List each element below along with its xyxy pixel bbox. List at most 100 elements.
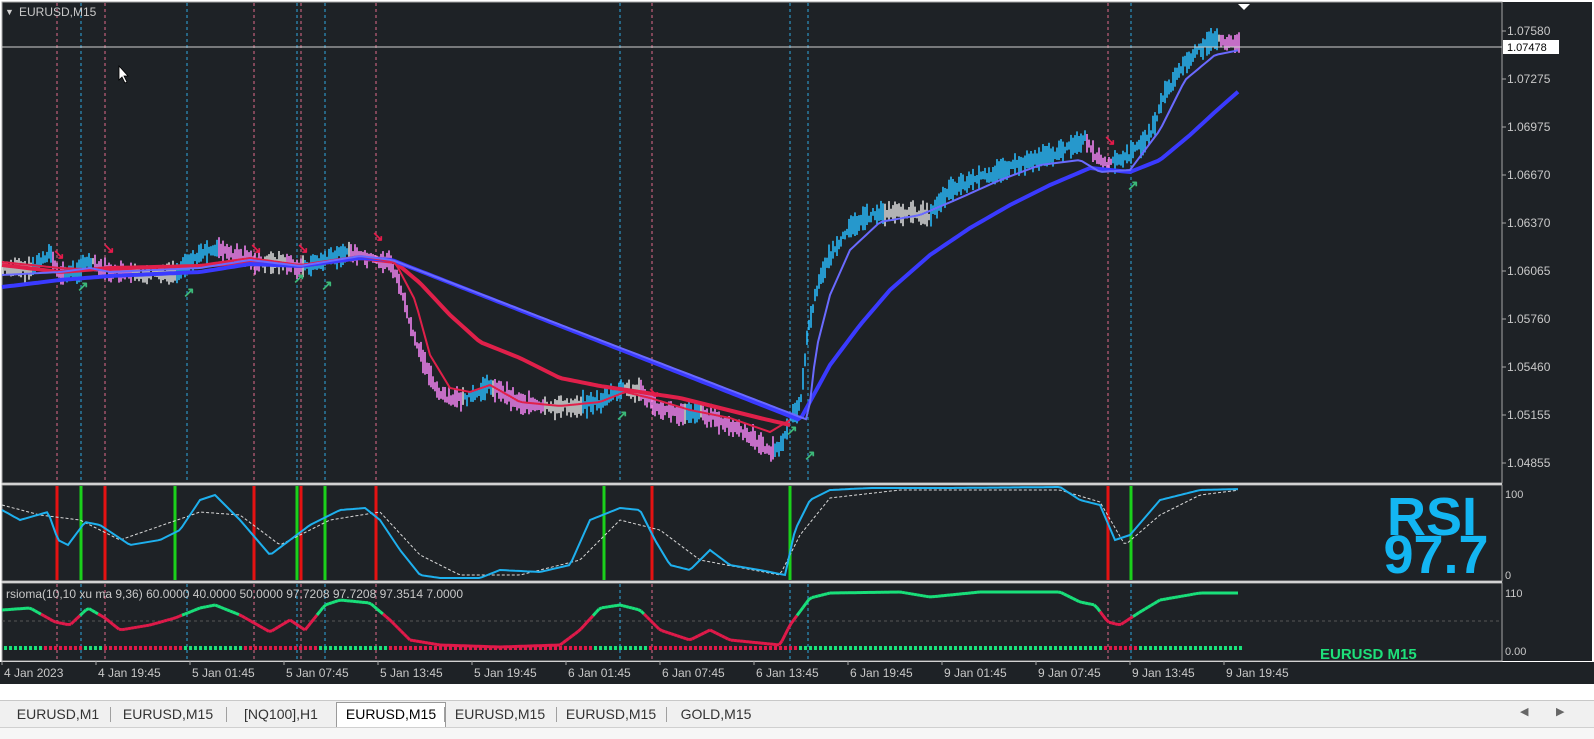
- rsioma-dot: [309, 646, 312, 650]
- rsioma-dot: [1124, 646, 1127, 650]
- rsioma-segment: [620, 605, 623, 606]
- rsioma-dot: [909, 646, 912, 650]
- rsioma-dot: [1139, 646, 1142, 650]
- rsioma-dot: [349, 646, 352, 650]
- rsioma-segment: [44, 616, 47, 618]
- rsioma-dot: [269, 646, 272, 650]
- collapse-triangle-icon[interactable]: ▼: [5, 7, 14, 17]
- rsioma-segment: [623, 606, 626, 607]
- rsioma-segment: [713, 632, 716, 634]
- rsioma-segment: [203, 607, 206, 608]
- rsioma-dot: [914, 646, 917, 650]
- rsioma-dot: [849, 646, 852, 650]
- chart-tab[interactable]: GOLD,M15: [666, 703, 766, 725]
- rsioma-segment: [668, 633, 671, 634]
- rsioma-segment: [926, 596, 929, 597]
- chart-tab[interactable]: EURUSD,M15: [110, 703, 226, 725]
- rsioma-segment: [386, 617, 389, 620]
- rsioma-segment: [410, 640, 413, 641]
- chart-tab[interactable]: EURUSD,M1: [6, 703, 110, 725]
- rsioma-dot: [199, 646, 202, 650]
- rsioma-dot: [319, 646, 322, 650]
- rsioma-dot: [734, 646, 737, 650]
- rsioma-segment: [1121, 622, 1124, 624]
- rsioma-dot: [979, 646, 982, 650]
- rsioma-dot: [444, 646, 447, 650]
- rsioma-dot: [1164, 646, 1167, 650]
- rsioma-segment: [809, 598, 812, 600]
- rsioma-segment: [1181, 596, 1184, 597]
- sell-arrow-icon: ↘: [648, 384, 660, 400]
- tab-scroll-right-icon[interactable]: ▶: [1556, 705, 1564, 718]
- rsioma-segment: [617, 605, 620, 606]
- rsioma-dot: [524, 646, 527, 650]
- rsioma-dot: [329, 646, 332, 650]
- rsioma-dot: [459, 646, 462, 650]
- rsioma-dot: [164, 646, 167, 650]
- rsioma-dot: [589, 646, 592, 650]
- time-scale-label: 4 Jan 2023: [4, 666, 64, 680]
- rsioma-segment: [692, 638, 695, 640]
- rsioma-segment: [92, 610, 95, 612]
- rsioma-segment: [77, 616, 80, 619]
- rsioma-segment: [821, 595, 824, 596]
- rsioma-segment: [113, 624, 116, 626]
- rsioma-segment: [635, 609, 638, 610]
- rsioma-segment: [392, 622, 395, 625]
- rsioma-segment: [1148, 605, 1151, 607]
- rsioma-segment: [1124, 621, 1127, 623]
- buy-arrow-icon: ↗: [1127, 177, 1139, 193]
- rsioma-segment: [1073, 599, 1076, 601]
- rsioma-dot: [984, 646, 987, 650]
- tab-scroll-left-icon[interactable]: ◀: [1520, 705, 1528, 718]
- rsioma-dot: [964, 646, 967, 650]
- rsioma-segment: [1061, 593, 1064, 595]
- rsioma-dot: [809, 646, 812, 650]
- rsioma-dot: [639, 646, 642, 650]
- chart-area[interactable]: ↘↘↘↘↘↘↘↗↗↗↗↗↗↗↗ 1.07478 ▼ EURUSD,M15 1.0…: [0, 0, 1594, 700]
- chart-tab[interactable]: EURUSD,M15: [336, 702, 446, 727]
- main-price-panel[interactable]: [2, 2, 1502, 483]
- rsioma-segment: [1190, 594, 1193, 595]
- rsioma-dot: [834, 646, 837, 650]
- rsioma-segment: [47, 618, 50, 620]
- rsioma-segment: [1175, 597, 1178, 598]
- rsioma-dot: [239, 646, 242, 650]
- rsioma-dot: [1089, 646, 1092, 650]
- rsioma-dot: [569, 646, 572, 650]
- rsioma-dot: [154, 646, 157, 650]
- rsioma-dot: [139, 646, 142, 650]
- rsioma-dot: [379, 646, 382, 650]
- chart-tab[interactable]: EURUSD,M15: [444, 703, 556, 725]
- rsioma-segment: [293, 622, 296, 624]
- rsioma-segment: [431, 644, 434, 645]
- rsioma-segment: [644, 614, 647, 617]
- rsioma-segment: [1169, 598, 1172, 599]
- rsioma-dot: [694, 646, 697, 650]
- rsioma-segment: [599, 608, 602, 609]
- rsioma-dot: [1084, 646, 1087, 650]
- rsioma-dot: [409, 646, 412, 650]
- rsioma-dot: [229, 646, 232, 650]
- rsioma-dot: [699, 646, 702, 650]
- rsioma-dot: [334, 646, 337, 650]
- chart-tab[interactable]: EURUSD,M15: [556, 703, 666, 725]
- chart-tab[interactable]: [NQ100],H1: [226, 703, 336, 725]
- rsioma-segment: [62, 623, 65, 624]
- rsioma-segment: [920, 595, 923, 596]
- rsioma-segment: [74, 618, 77, 621]
- price-scale-area[interactable]: [1502, 2, 1592, 661]
- rsioma-dot: [1154, 646, 1157, 650]
- rsioma-dot: [924, 646, 927, 650]
- rsi-panel[interactable]: [2, 485, 1502, 581]
- rsioma-dot: [274, 646, 277, 650]
- rsioma-segment: [170, 619, 173, 620]
- rsioma-segment: [407, 637, 410, 640]
- sell-arrow-icon: ↘: [1104, 132, 1116, 148]
- rsioma-segment: [251, 621, 254, 623]
- rsioma-segment: [122, 629, 125, 630]
- rsioma-dot: [599, 646, 602, 650]
- rsioma-dot: [449, 646, 452, 650]
- rsioma-segment: [263, 628, 266, 630]
- rsioma-segment: [425, 643, 428, 644]
